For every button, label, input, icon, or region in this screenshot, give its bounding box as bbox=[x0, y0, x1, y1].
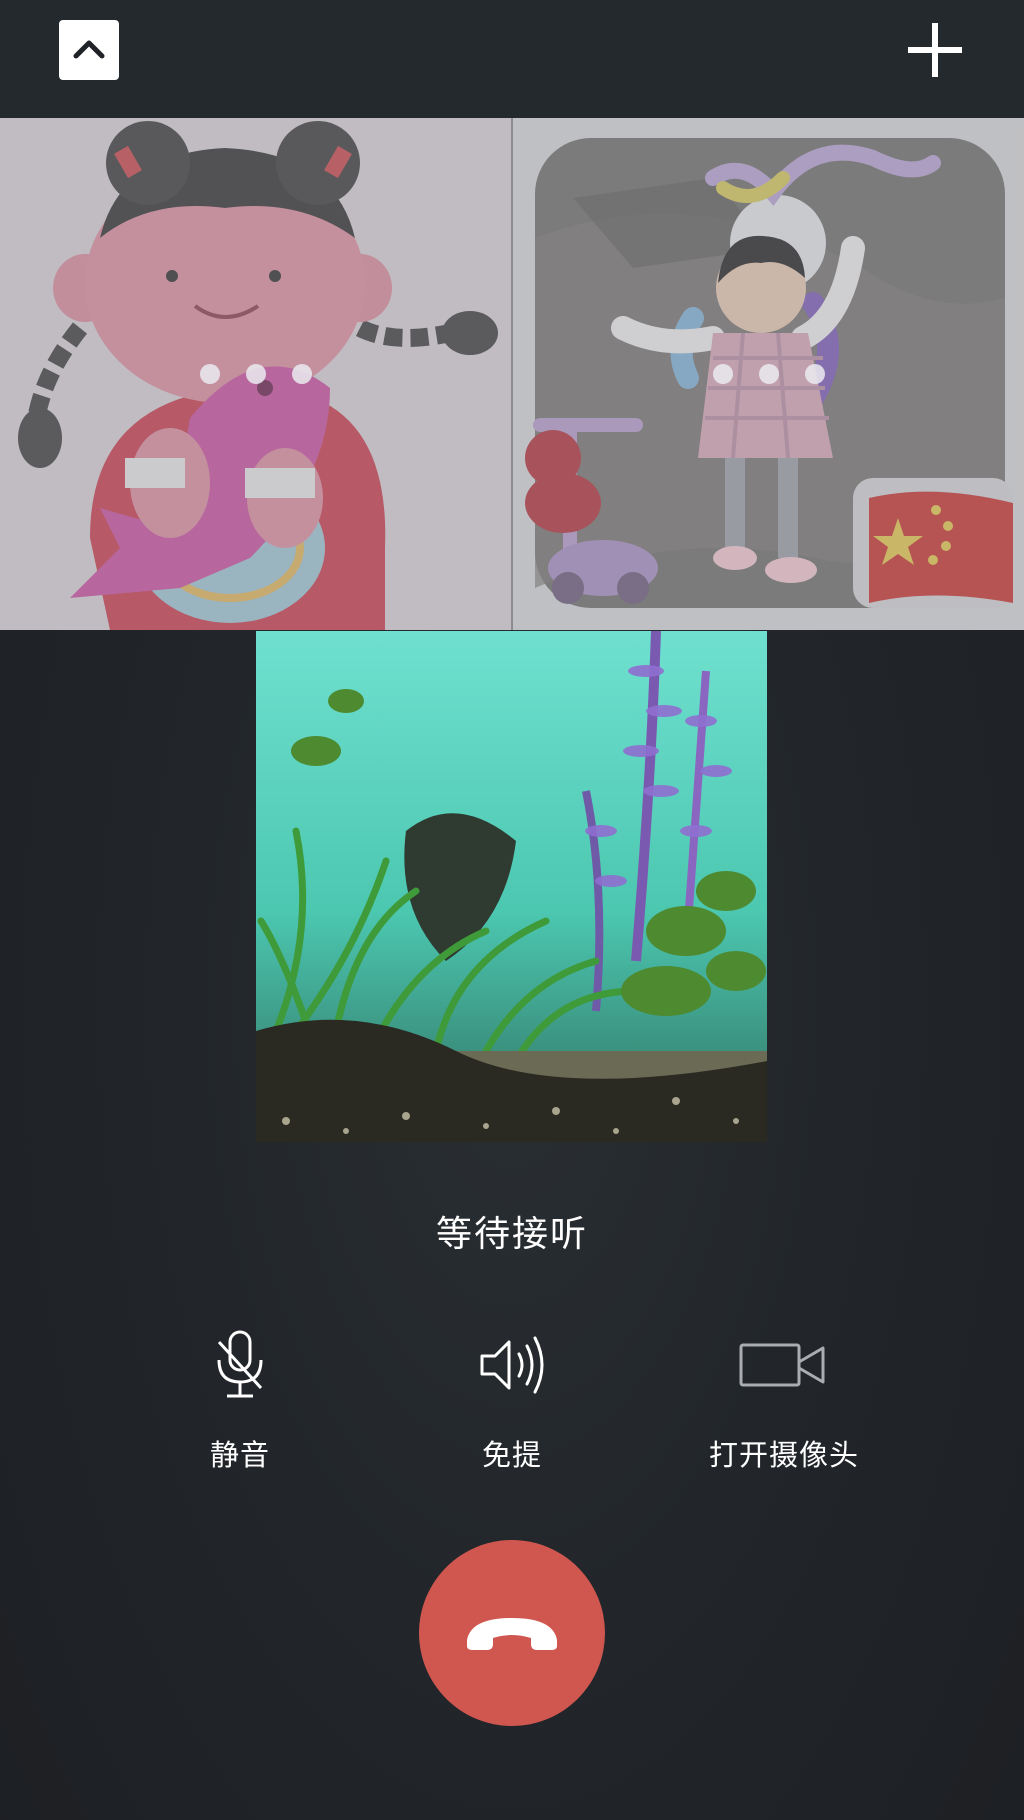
top-bar bbox=[0, 0, 1024, 118]
group-call-screen: 等待接听 静音 免提 打开摄像头 bbox=[0, 0, 1024, 1820]
hang-up-phone-icon bbox=[467, 1618, 557, 1650]
participant-grid bbox=[0, 118, 1024, 630]
connecting-indicator bbox=[713, 364, 825, 384]
participant-tile-2[interactable] bbox=[513, 118, 1024, 630]
call-status-text: 等待接听 bbox=[435, 1214, 588, 1255]
speaker-label: 免提 bbox=[481, 1438, 542, 1472]
hang-up-button[interactable] bbox=[419, 1540, 605, 1726]
collapse-button[interactable] bbox=[59, 20, 119, 80]
plus-icon bbox=[908, 23, 962, 77]
call-controls: 静音 免提 打开摄像头 bbox=[0, 1330, 1024, 1500]
mute-button[interactable]: 静音 bbox=[110, 1330, 370, 1474]
video-camera-icon bbox=[739, 1343, 825, 1387]
self-video-preview[interactable] bbox=[256, 631, 767, 1142]
microphone-muted-icon bbox=[217, 1330, 263, 1398]
camera-toggle-button[interactable]: 打开摄像头 bbox=[654, 1330, 914, 1474]
camera-label: 打开摄像头 bbox=[708, 1438, 859, 1472]
connecting-indicator bbox=[200, 364, 312, 384]
chevron-up-icon bbox=[73, 40, 105, 59]
speaker-button[interactable]: 免提 bbox=[382, 1330, 642, 1474]
participant-tile-1[interactable] bbox=[0, 118, 513, 630]
add-participant-button[interactable] bbox=[905, 20, 965, 80]
mute-label: 静音 bbox=[209, 1438, 270, 1472]
camera-preview-image bbox=[256, 631, 767, 1142]
speaker-icon bbox=[480, 1336, 544, 1394]
